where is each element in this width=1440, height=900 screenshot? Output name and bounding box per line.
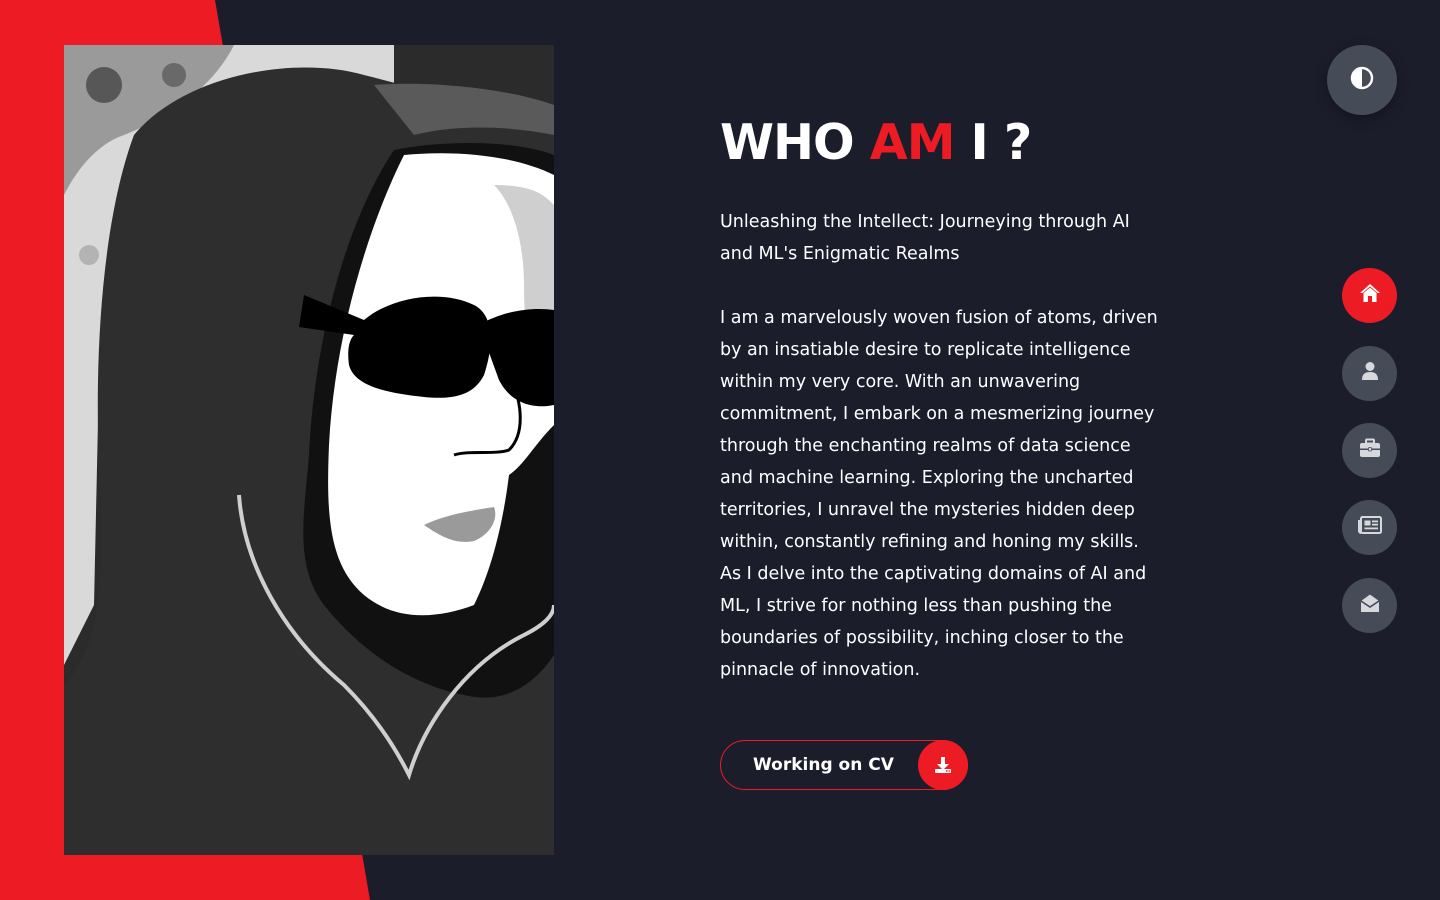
- title-accent: AM: [869, 114, 956, 171]
- nav-contact-button[interactable]: [1342, 578, 1397, 633]
- title-text-2: I ?: [954, 114, 1033, 171]
- envelope-open-icon: [1360, 593, 1380, 618]
- user-icon: [1361, 361, 1379, 386]
- nav-about-button[interactable]: [1342, 346, 1397, 401]
- nav-home-button[interactable]: [1342, 268, 1397, 323]
- page-title: WHO AM I ?: [720, 110, 1160, 176]
- hero-content: WHO AM I ? Unleashing the Intellect: Jou…: [720, 110, 1160, 686]
- cv-button-label: Working on CV: [753, 755, 894, 775]
- profile-portrait: [64, 45, 554, 855]
- hero-subtitle: Unleashing the Intellect: Journeying thr…: [720, 212, 1130, 264]
- title-text-1: WHO: [720, 114, 870, 171]
- hero-bio: I am a marvelously woven fusion of atoms…: [720, 308, 1158, 680]
- nav-portfolio-button[interactable]: [1342, 423, 1397, 478]
- home-page: WHO AM I ? Unleashing the Intellect: Jou…: [0, 0, 1440, 900]
- download-icon: [918, 740, 968, 790]
- briefcase-icon: [1359, 438, 1381, 463]
- contrast-icon: [1350, 66, 1374, 95]
- home-icon: [1359, 283, 1381, 308]
- download-cv-button[interactable]: Working on CV: [720, 740, 968, 790]
- nav-blog-button[interactable]: [1342, 500, 1397, 555]
- newspaper-icon: [1357, 516, 1382, 539]
- theme-toggle-button[interactable]: [1327, 45, 1397, 115]
